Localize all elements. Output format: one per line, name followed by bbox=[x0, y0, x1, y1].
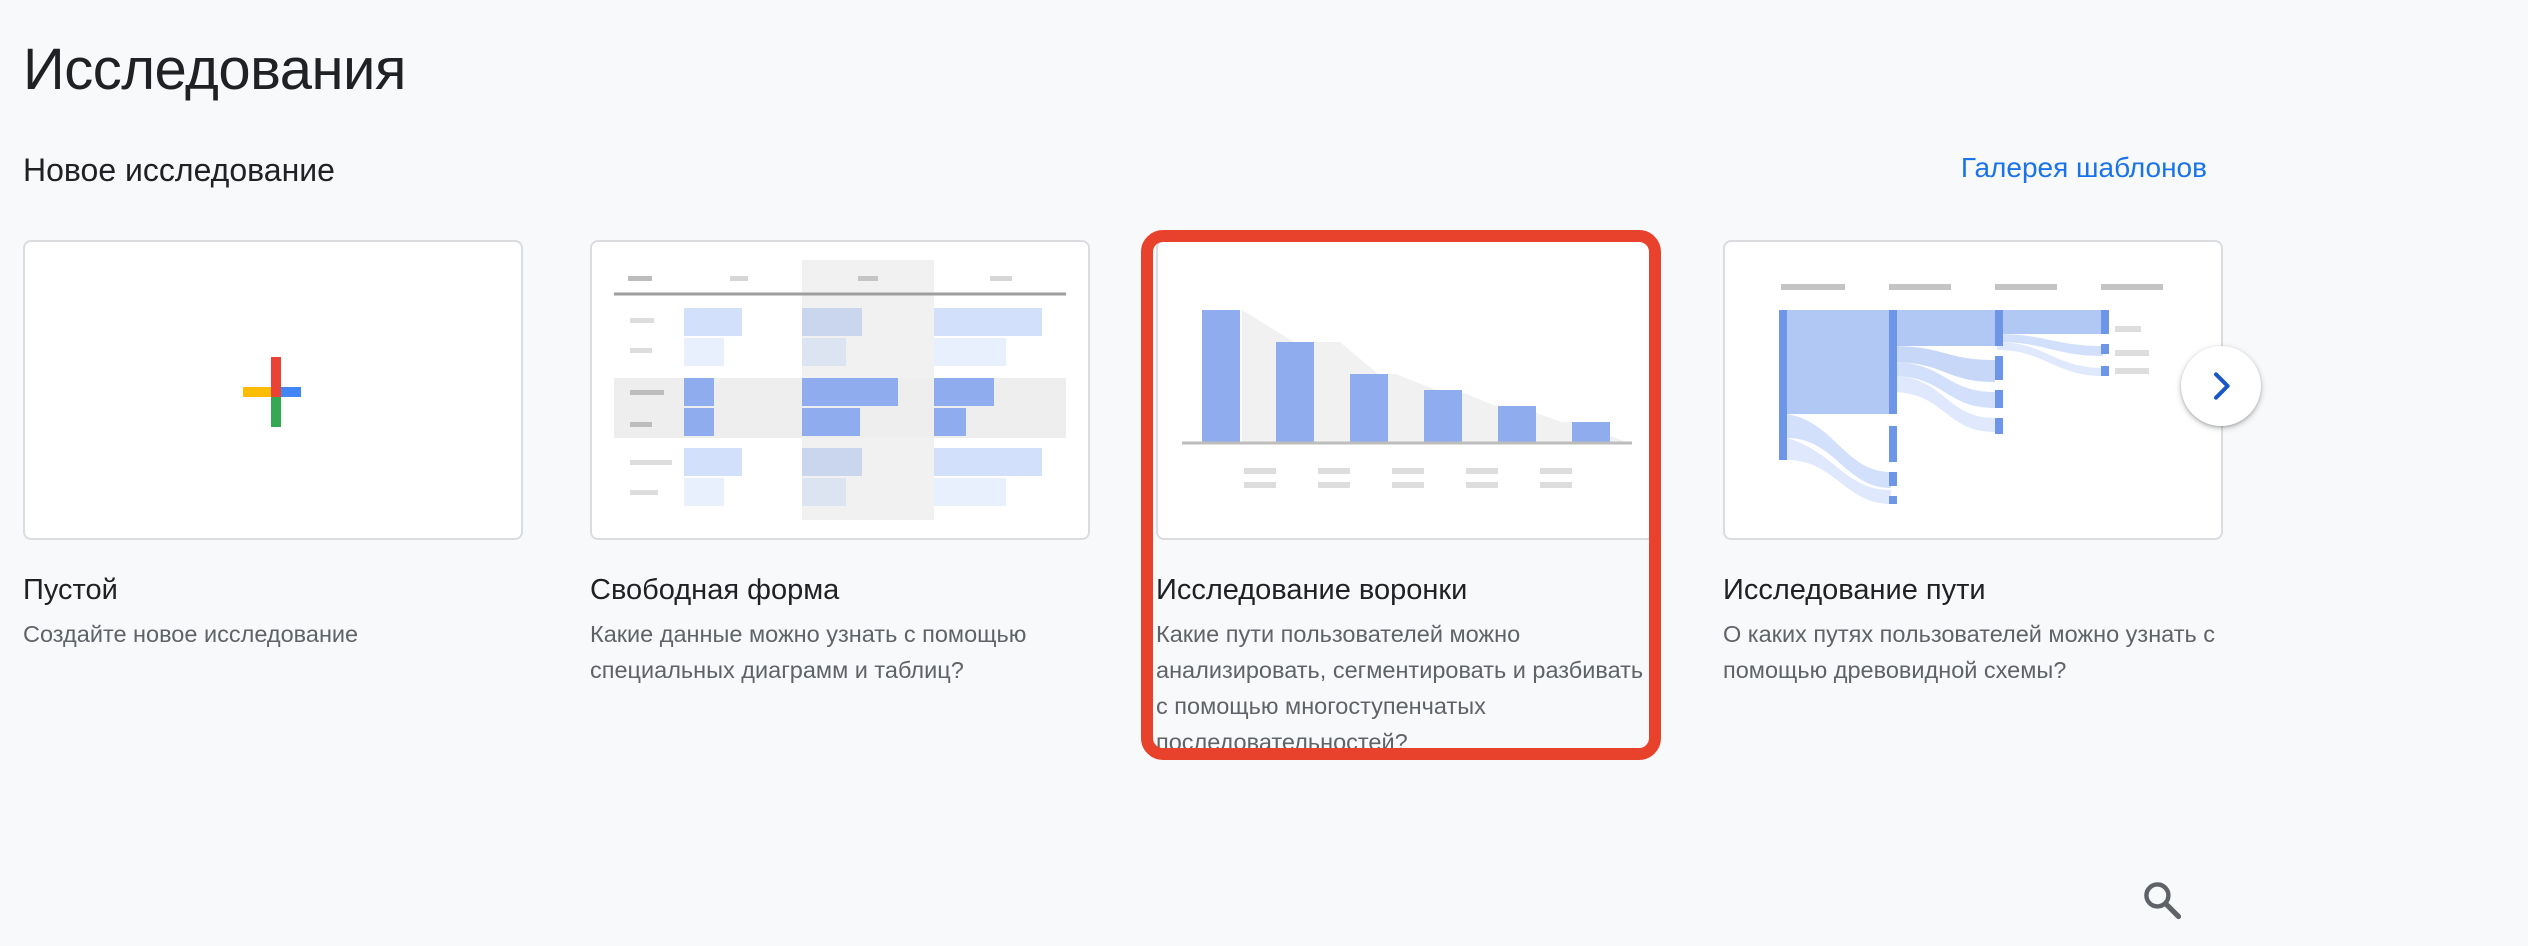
page-title: Исследования bbox=[23, 37, 406, 102]
card-description: Какие пути пользователей можно анализиро… bbox=[1156, 621, 1644, 755]
card-title: Исследование пути bbox=[1723, 574, 1986, 606]
card-title: Исследование воронки bbox=[1156, 574, 1468, 606]
card-path-exploration[interactable]: Исследование пути О каких путях пользова… bbox=[1723, 240, 2223, 688]
template-gallery-link[interactable]: Галерея шаблонов bbox=[1961, 152, 2207, 184]
card-free-form[interactable]: Свободная форма Какие данные можно узнат… bbox=[590, 240, 1090, 688]
card-funnel-exploration[interactable]: Исследование воронки Какие пути пользова… bbox=[1156, 240, 1656, 760]
search-icon bbox=[2144, 882, 2182, 920]
card-description: О каких путях пользователей можно узнать… bbox=[1723, 621, 2216, 683]
card-blank[interactable]: Пустой Создайте новое исследование bbox=[23, 240, 523, 652]
card-funnel-thumbnail[interactable] bbox=[1156, 240, 1656, 540]
path-tree-illustration bbox=[1779, 284, 2163, 504]
card-description: Создайте новое исследование bbox=[23, 621, 359, 647]
card-path-thumbnail[interactable] bbox=[1723, 240, 2223, 540]
section-header: Новое исследование Галерея шаблонов bbox=[23, 152, 2207, 192]
card-title: Свободная форма bbox=[590, 574, 840, 606]
card-title: Пустой bbox=[23, 574, 118, 606]
card-free-form-thumbnail[interactable] bbox=[590, 240, 1090, 540]
table-illustration bbox=[614, 260, 1066, 520]
card-blank-thumbnail[interactable] bbox=[23, 240, 523, 540]
plus-icon bbox=[243, 357, 301, 427]
funnel-illustration bbox=[1182, 310, 1632, 488]
search-button[interactable] bbox=[2140, 878, 2184, 922]
card-description: Какие данные можно узнать с помощью спец… bbox=[590, 621, 1027, 683]
carousel-next-button[interactable] bbox=[2181, 346, 2261, 426]
chevron-right-icon bbox=[2214, 372, 2230, 400]
section-title: Новое исследование bbox=[23, 152, 335, 188]
